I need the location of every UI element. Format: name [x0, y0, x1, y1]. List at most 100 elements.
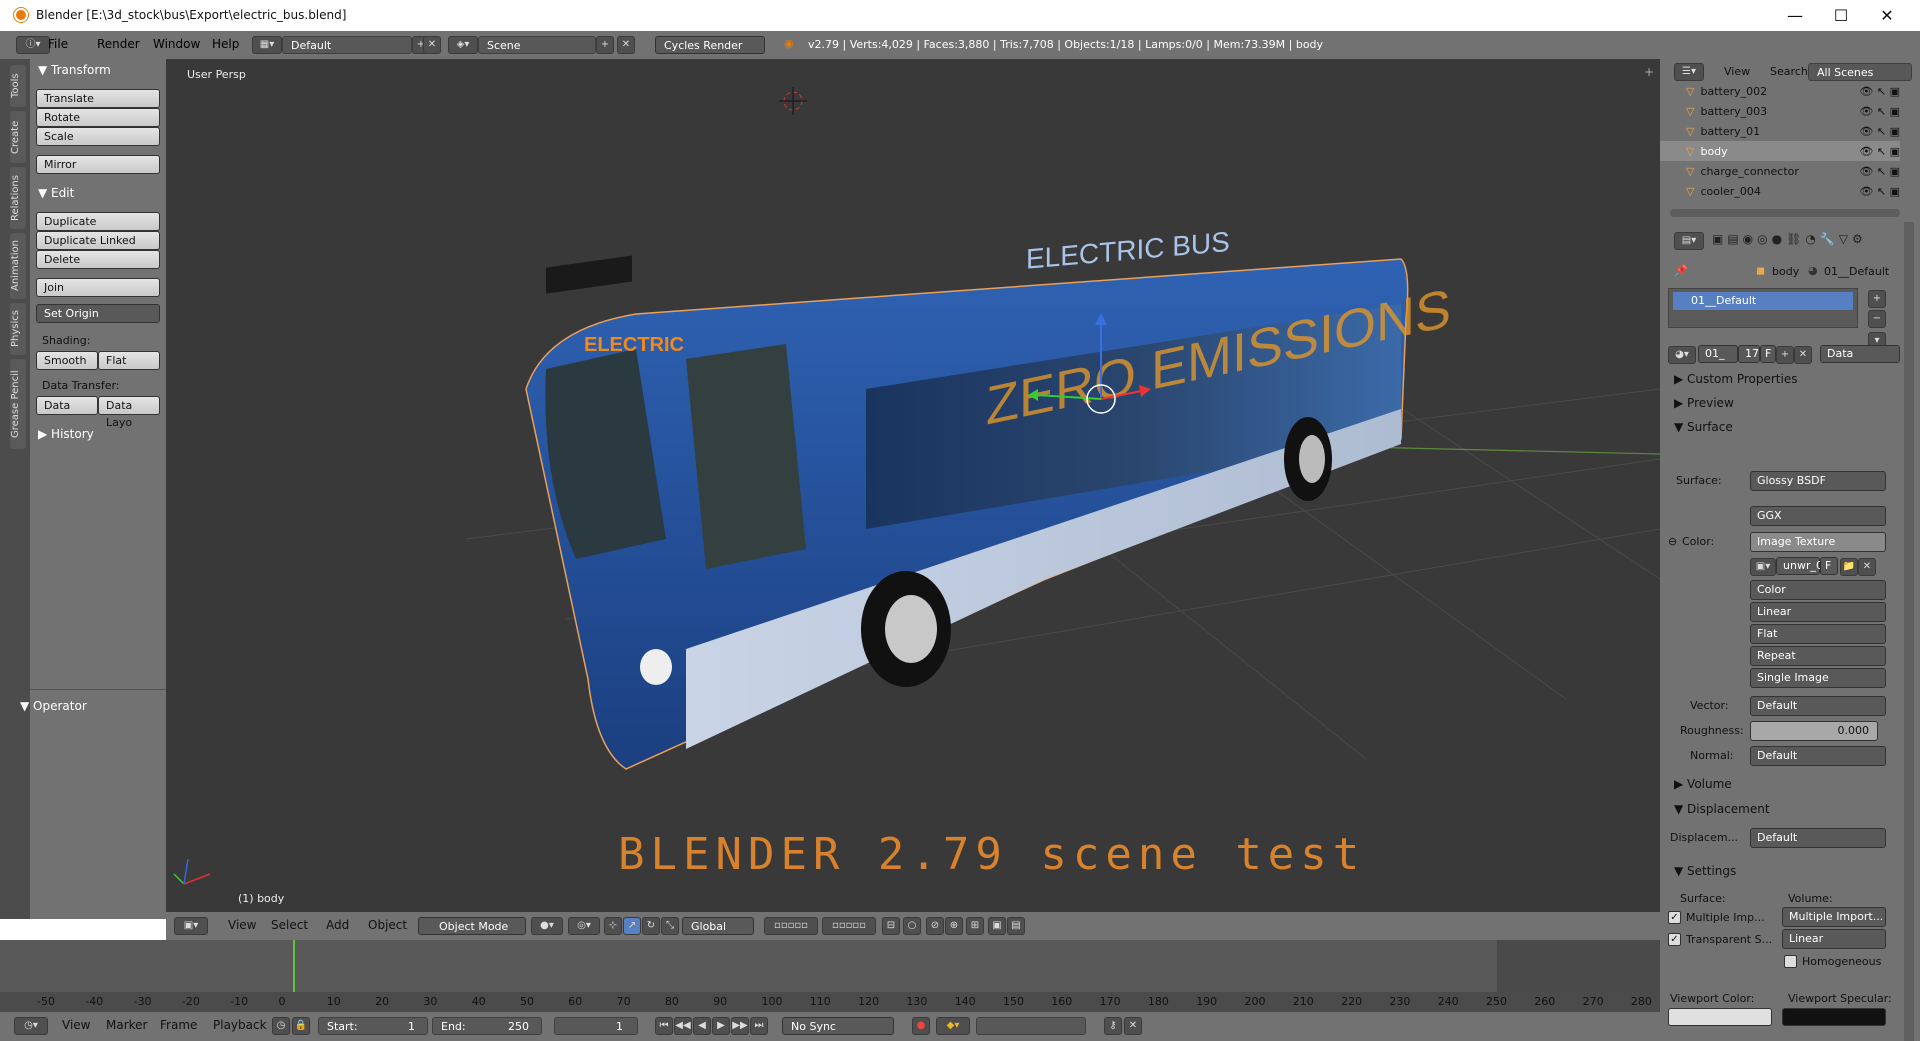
keying-set-field[interactable]: [976, 1017, 1086, 1035]
delete-button[interactable]: Delete: [36, 250, 160, 269]
menu-window[interactable]: Window: [153, 37, 200, 51]
jump-start-icon[interactable]: ⏮: [655, 1017, 673, 1035]
keying-icon[interactable]: ◆▾: [936, 1017, 970, 1035]
open-image-icon[interactable]: 📁: [1840, 558, 1858, 576]
translate-manip-icon[interactable]: ↗: [623, 917, 641, 935]
panel-edit[interactable]: ▼ Edit: [38, 186, 74, 200]
tl-menu-frame[interactable]: Frame: [160, 1018, 197, 1032]
add-slot-icon[interactable]: +: [1868, 290, 1886, 308]
remove-layout-icon[interactable]: ✕: [423, 36, 441, 54]
expand-icon[interactable]: +: [1644, 65, 1654, 79]
panel-transform[interactable]: ▼ Transform: [38, 63, 111, 77]
menu-render[interactable]: Render: [97, 37, 140, 51]
visibility-icon[interactable]: 👁 ↖ ▣: [1859, 165, 1900, 178]
scale-manip-icon[interactable]: ⤡: [661, 917, 679, 935]
duplicate-button[interactable]: Duplicate: [36, 212, 160, 231]
editor-type-info-icon[interactable]: ⓘ▾: [16, 36, 50, 54]
smooth-button[interactable]: Smooth: [36, 351, 98, 370]
play-reverse-icon[interactable]: ◀: [693, 1017, 711, 1035]
scene-field[interactable]: Scene: [478, 36, 596, 54]
mode-dropdown[interactable]: Object Mode: [418, 917, 526, 935]
jump-end-icon[interactable]: ⏭: [750, 1017, 768, 1035]
visibility-icon[interactable]: 👁 ↖ ▣: [1859, 105, 1900, 118]
tab-relations[interactable]: Relations: [10, 167, 26, 229]
outliner-item[interactable]: ▽ battery_003 👁 ↖ ▣: [1660, 101, 1900, 121]
volume-sampling-dropdown[interactable]: Multiple Import...: [1782, 907, 1886, 927]
add-scene-icon[interactable]: +: [596, 36, 614, 54]
outliner-item[interactable]: ▽ cooler_004 👁 ↖ ▣: [1660, 181, 1900, 201]
data-layout-button[interactable]: Data Layo: [98, 396, 160, 429]
remove-slot-icon[interactable]: −: [1868, 310, 1886, 328]
fake-user-toggle[interactable]: F: [1760, 345, 1776, 363]
visibility-icon[interactable]: 👁 ↖ ▣: [1859, 185, 1900, 198]
tab-physics[interactable]: Physics: [10, 303, 26, 355]
outliner-menu-search[interactable]: Search: [1770, 65, 1808, 78]
properties-tabs[interactable]: ▣▤◉◎●⛓◔🔧▽⚙: [1712, 232, 1912, 250]
multiple-importance-checkbox[interactable]: ✓: [1668, 911, 1681, 924]
section-displacement[interactable]: ▼ Displacement: [1674, 802, 1770, 816]
insert-key-icon[interactable]: ⚷: [1104, 1017, 1122, 1035]
join-button[interactable]: Join: [36, 278, 160, 297]
section-settings[interactable]: ▼ Settings: [1674, 864, 1736, 878]
image-fake-user[interactable]: F: [1820, 557, 1838, 575]
material-slot[interactable]: 01__Default: [1673, 292, 1853, 310]
viewport-color-swatch[interactable]: [1668, 1008, 1772, 1026]
render-anim-icon[interactable]: ▤: [1007, 917, 1025, 935]
snap-element-icon[interactable]: ⊞: [966, 917, 984, 935]
timeline[interactable]: -50 -40 -30 -20 -10 0 10 20 30 40 50 60 70 80 90 100 110…: [0, 940, 1660, 1012]
section-custom-properties[interactable]: ▶ Custom Properties: [1674, 372, 1797, 386]
distribution-dropdown[interactable]: GGX: [1750, 506, 1886, 526]
tab-tools[interactable]: Tools: [10, 65, 26, 107]
sync-dropdown[interactable]: No Sync: [782, 1017, 894, 1035]
outliner-display-dropdown[interactable]: All Scenes: [1808, 63, 1912, 81]
image-name-field[interactable]: unwr_0: [1776, 557, 1823, 575]
pin-icon[interactable]: 📌: [1674, 264, 1688, 277]
menu-file[interactable]: File: [48, 37, 68, 51]
image-browse-icon[interactable]: ▣▾: [1750, 558, 1776, 576]
link-dropdown[interactable]: Data: [1820, 345, 1900, 363]
delete-key-icon[interactable]: ✕: [1124, 1017, 1142, 1035]
menu-help[interactable]: Help: [212, 37, 239, 51]
section-surface[interactable]: ▼ Surface: [1674, 420, 1733, 434]
section-volume[interactable]: ▶ Volume: [1674, 777, 1732, 791]
rotate-button[interactable]: Rotate: [36, 108, 160, 127]
scene-icon[interactable]: ◈▾: [448, 36, 478, 54]
unlink-image-icon[interactable]: ✕: [1858, 558, 1876, 576]
preview-range-icon[interactable]: ◷: [272, 1017, 290, 1035]
visibility-icon[interactable]: 👁 ↖ ▣: [1859, 125, 1900, 138]
orientation-dropdown[interactable]: Global: [682, 917, 754, 935]
render-engine-dropdown[interactable]: Cycles Render: [655, 36, 765, 54]
flat-button[interactable]: Flat: [98, 351, 160, 370]
viewport-specular-swatch[interactable]: [1782, 1008, 1886, 1026]
record-icon[interactable]: ●: [912, 1017, 930, 1035]
bus-model[interactable]: ELECTRIC ELECTRIC BUS ZERO EMISSIONS: [525, 226, 1451, 770]
layers-a-icon[interactable]: ▫▫▫▫▫: [764, 917, 818, 935]
outliner-item[interactable]: ▽ battery_01 👁 ↖ ▣: [1660, 121, 1900, 141]
material-name-field[interactable]: 01_: [1698, 345, 1738, 363]
transparent-shadows-checkbox[interactable]: ✓: [1668, 933, 1681, 946]
color-space-dropdown[interactable]: Color: [1750, 580, 1886, 600]
tab-grease-pencil[interactable]: Grease Pencil: [10, 359, 26, 449]
tab-create[interactable]: Create: [10, 111, 26, 163]
menu-select[interactable]: Select: [271, 918, 308, 932]
color-socket-icon[interactable]: ⊖: [1668, 535, 1677, 548]
panel-history[interactable]: ▶ History: [38, 427, 94, 441]
minimize-button[interactable]: —: [1772, 0, 1818, 30]
outliner-menu-view[interactable]: View: [1724, 65, 1750, 78]
menu-object[interactable]: Object: [368, 918, 407, 932]
manipulator-icon[interactable]: ⊹: [604, 917, 622, 935]
set-origin-dropdown[interactable]: Set Origin: [36, 304, 160, 323]
proportional-icon[interactable]: ○: [903, 917, 921, 935]
snap-target-icon[interactable]: ⊕: [945, 917, 963, 935]
tab-animation[interactable]: Animation: [10, 233, 26, 299]
current-frame-line[interactable]: [293, 940, 295, 992]
layout-icon[interactable]: ▦▾: [252, 36, 282, 54]
panel-operator[interactable]: ▼ Operator: [20, 699, 87, 713]
visibility-icon[interactable]: 👁 ↖ ▣: [1859, 85, 1900, 98]
outliner-item[interactable]: ▽ charge_connector 👁 ↖ ▣: [1660, 161, 1900, 181]
close-button[interactable]: ✕: [1864, 0, 1910, 30]
viewport-shading-icon[interactable]: ●▾: [531, 917, 563, 935]
section-preview[interactable]: ▶ Preview: [1674, 396, 1734, 410]
lock-range-icon[interactable]: 🔒: [292, 1017, 310, 1035]
end-frame-field[interactable]: End: 250: [432, 1017, 542, 1035]
